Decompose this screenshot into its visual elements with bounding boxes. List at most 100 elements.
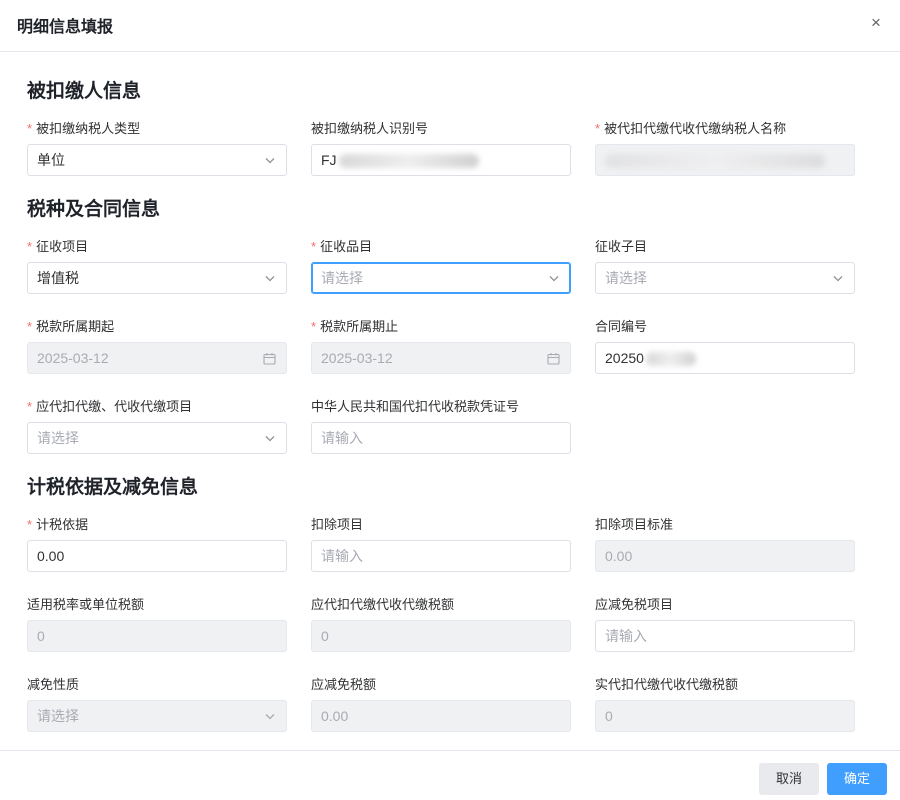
redacted-text	[645, 352, 696, 367]
exempt-amount-field: 应减免税额 0.00	[311, 676, 571, 732]
calendar-icon	[547, 352, 560, 365]
tax-basis-label: 计税依据	[36, 517, 89, 532]
cancel-button[interactable]: 取消	[759, 763, 819, 795]
redacted-text	[338, 154, 479, 169]
tax-basis-input[interactable]: 0.00	[27, 540, 287, 572]
tax-rate-label: 适用税率或单位税额	[27, 597, 145, 612]
contract-no-input[interactable]: 20250	[595, 342, 855, 374]
tax-rate-field: 适用税率或单位税额 0	[27, 596, 287, 652]
dialog-header: 明细信息填报 ×	[0, 0, 900, 52]
section-title-basis: 计税依据及减免信息	[27, 477, 199, 498]
actual-tax-input: 0	[595, 700, 855, 732]
taxpayer-type-value: 单位	[37, 152, 65, 168]
section-title-tax: 税种及合同信息	[27, 199, 161, 220]
contract-no-value: 20250	[605, 350, 644, 366]
deduction-standard-input: 0.00	[595, 540, 855, 572]
actual-tax-value: 0	[605, 708, 613, 724]
confirm-button[interactable]: 确定	[827, 763, 887, 795]
period-end-label: 税款所属期止	[320, 319, 399, 334]
period-end-field: * 税款所属期止 2025-03-12	[311, 318, 571, 374]
deduction-standard-field: 扣除项目标准 0.00	[595, 516, 855, 572]
taxpayer-id-label: 被扣缴纳税人识别号	[311, 121, 429, 136]
payable-tax-value: 0	[321, 628, 329, 644]
deduction-standard-value: 0.00	[605, 548, 633, 564]
voucher-no-field: 中华人民共和国代扣代收税款凭证号 请输入	[311, 398, 571, 454]
chevron-down-icon	[265, 714, 275, 720]
agent-name-input	[595, 144, 855, 176]
period-start-value: 2025-03-12	[37, 350, 109, 366]
agent-name-field: * 被代扣代缴代收代缴纳税人名称	[595, 120, 855, 176]
chevron-down-icon	[265, 436, 275, 442]
levy-item-select[interactable]: 增值税	[27, 262, 287, 294]
exempt-nature-placeholder: 请选择	[37, 708, 79, 724]
deduction-standard-label: 扣除项目标准	[595, 517, 674, 532]
required-mark: *	[27, 239, 33, 254]
voucher-no-input[interactable]: 请输入	[311, 422, 571, 454]
withhold-item-label: 应代扣代缴、代收代缴项目	[36, 399, 193, 414]
tax-rate-value: 0	[37, 628, 45, 644]
payable-tax-input: 0	[311, 620, 571, 652]
levy-category-placeholder: 请选择	[321, 270, 363, 286]
exempt-nature-field: 减免性质 请选择	[27, 676, 287, 732]
detail-info-dialog: 明细信息填报 × 被扣缴人信息 * 被扣缴纳税人类型 单位 被扣缴纳税人识别号 F…	[0, 0, 900, 800]
withhold-item-select[interactable]: 请选择	[27, 422, 287, 454]
levy-item-field: * 征收项目 增值税	[27, 238, 287, 294]
payable-tax-field: 应代扣代缴代收代缴税额 0	[311, 596, 571, 652]
required-mark: *	[311, 239, 317, 254]
deduction-item-field: 扣除项目 请输入	[311, 516, 571, 572]
period-start-label: 税款所属期起	[36, 319, 115, 334]
tax-basis-field: * 计税依据 0.00	[27, 516, 287, 572]
exempt-amount-label: 应减免税额	[311, 677, 377, 692]
calendar-icon	[263, 352, 276, 365]
exempt-item-placeholder: 请输入	[605, 628, 647, 644]
levy-category-select[interactable]: 请选择	[311, 262, 571, 294]
levy-subitem-field: 征收子目 请选择	[595, 238, 855, 294]
voucher-no-label: 中华人民共和国代扣代收税款凭证号	[311, 399, 520, 414]
period-end-value: 2025-03-12	[321, 350, 393, 366]
exempt-amount-value: 0.00	[321, 708, 349, 724]
required-mark: *	[27, 121, 33, 136]
required-mark: *	[595, 121, 601, 136]
chevron-down-icon	[265, 276, 275, 282]
deduction-item-label: 扣除项目	[311, 517, 364, 532]
tax-basis-value: 0.00	[37, 548, 65, 564]
payable-tax-label: 应代扣代缴代收代缴税额	[311, 597, 455, 612]
levy-item-label: 征收项目	[36, 239, 89, 254]
taxpayer-id-input[interactable]: FJ	[311, 144, 571, 176]
exempt-amount-input: 0.00	[311, 700, 571, 732]
levy-subitem-label: 征收子目	[595, 239, 648, 254]
levy-subitem-select[interactable]: 请选择	[595, 262, 855, 294]
chevron-down-icon	[833, 276, 843, 282]
tax-rate-input: 0	[27, 620, 287, 652]
chevron-down-icon	[549, 276, 559, 282]
chevron-down-icon	[265, 158, 275, 164]
exempt-item-label: 应减免税项目	[595, 597, 674, 612]
taxpayer-id-field: 被扣缴纳税人识别号 FJ	[311, 120, 571, 176]
dialog-body: 被扣缴人信息 * 被扣缴纳税人类型 单位 被扣缴纳税人识别号 FJ * 被代扣代缴代…	[0, 52, 900, 750]
contract-no-field: 合同编号 20250	[595, 318, 855, 374]
period-end-date: 2025-03-12	[311, 342, 571, 374]
exempt-nature-label: 减免性质	[27, 677, 80, 692]
levy-category-label: 征收品目	[320, 239, 373, 254]
exempt-item-field: 应减免税项目 请输入	[595, 596, 855, 652]
taxpayer-type-field: * 被扣缴纳税人类型 单位	[27, 120, 287, 176]
required-mark: *	[27, 399, 33, 414]
levy-subitem-placeholder: 请选择	[605, 270, 647, 286]
taxpayer-type-select[interactable]: 单位	[27, 144, 287, 176]
exempt-nature-select: 请选择	[27, 700, 287, 732]
section-title-withholdee: 被扣缴人信息	[27, 81, 142, 102]
contract-no-label: 合同编号	[595, 319, 648, 334]
actual-tax-field: 实代扣代缴代收代缴税额 0	[595, 676, 855, 732]
deduction-item-input[interactable]: 请输入	[311, 540, 571, 572]
period-start-date: 2025-03-12	[27, 342, 287, 374]
redacted-text	[605, 154, 825, 169]
dialog-footer: 取消 确定	[0, 750, 900, 800]
close-icon[interactable]: ×	[866, 13, 886, 33]
exempt-item-input[interactable]: 请输入	[595, 620, 855, 652]
dialog-title: 明细信息填报	[17, 19, 114, 36]
required-mark: *	[27, 319, 33, 334]
levy-item-value: 增值税	[37, 270, 79, 286]
required-mark: *	[27, 517, 33, 532]
deduction-item-placeholder: 请输入	[321, 548, 363, 564]
actual-tax-label: 实代扣代缴代收代缴税额	[595, 677, 739, 692]
